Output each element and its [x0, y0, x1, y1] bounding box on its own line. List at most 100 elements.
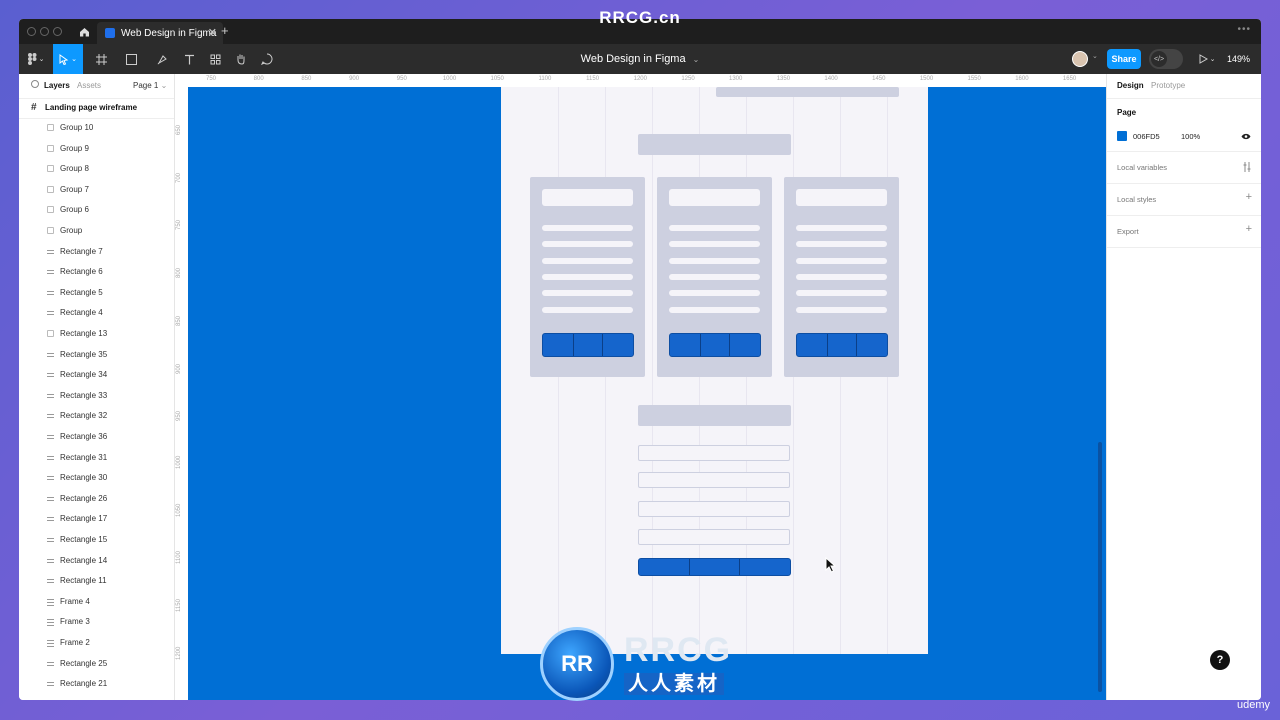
form-field-placeholder[interactable] [638, 529, 790, 545]
local-variables-section: Local variables [1107, 151, 1261, 184]
form-heading-placeholder[interactable] [638, 405, 791, 426]
frame-hash-icon: # [31, 102, 37, 113]
page-color-swatch[interactable] [1117, 131, 1127, 141]
layer-name: Group 9 [60, 143, 89, 153]
layer-row[interactable]: Frame 2 [19, 633, 174, 653]
ruler-tick-label: 950 [176, 411, 182, 422]
form-field-placeholder[interactable] [638, 501, 790, 517]
form-field-placeholder[interactable] [638, 472, 790, 488]
layer-row[interactable]: Group [19, 221, 174, 241]
layer-row[interactable]: Rectangle 15 [19, 530, 174, 550]
local-styles-section: Local styles + [1107, 183, 1261, 216]
pricing-card[interactable] [530, 177, 645, 377]
layer-row[interactable]: Rectangle 33 [19, 386, 174, 406]
form-field-placeholder[interactable] [638, 445, 790, 461]
watermark-text: RRCG.cn [599, 8, 681, 27]
layer-name: Rectangle 33 [60, 390, 108, 400]
add-export-icon[interactable]: + [1246, 223, 1252, 235]
layer-row[interactable]: Group 7 [19, 180, 174, 200]
chevron-down-icon[interactable]: ⌄ [1092, 52, 1098, 60]
card-button-placeholder [669, 333, 761, 357]
tab-design[interactable]: Design [1117, 81, 1144, 90]
figma-window: Web Design in Figma ✕ + ••• ⌄ ⌄ Web Desi… [19, 19, 1261, 700]
help-button[interactable]: ? [1210, 650, 1230, 670]
layer-row[interactable]: Rectangle 35 [19, 345, 174, 365]
layer-row[interactable]: Rectangle 26 [19, 489, 174, 509]
variables-adjust-icon[interactable] [1242, 162, 1252, 172]
canvas-scrollbar[interactable] [1098, 442, 1102, 692]
local-variables-label[interactable]: Local variables [1117, 163, 1167, 172]
layer-row[interactable]: Rectangle 31 [19, 448, 174, 468]
mouse-cursor-icon [825, 557, 837, 573]
ruler-tick-label: 1550 [967, 76, 981, 82]
layer-row[interactable]: Group 10 [19, 118, 174, 138]
wireframe-top-block[interactable] [716, 87, 899, 97]
layer-row[interactable]: Group 6 [19, 200, 174, 220]
layer-row[interactable]: Rectangle 30 [19, 468, 174, 488]
canvas[interactable] [188, 87, 1106, 700]
layer-row[interactable]: Group 9 [19, 139, 174, 159]
group-layer-icon [47, 227, 54, 234]
layer-name: Rectangle 25 [60, 658, 108, 668]
group-layer-icon [47, 124, 54, 131]
group-layer-icon [47, 144, 54, 152]
close-window-button[interactable] [27, 27, 36, 36]
layer-row[interactable]: Rectangle 13 [19, 324, 174, 344]
rectangle-layer-icon [47, 579, 54, 584]
page-selector[interactable]: Page 1 ⌄ [133, 81, 167, 90]
rectangle-layer-icon [47, 455, 54, 460]
layer-row[interactable]: Rectangle 7 [19, 242, 174, 262]
layer-row[interactable]: Rectangle 21 [19, 674, 174, 694]
tab-layers[interactable]: Layers [44, 81, 70, 90]
avatar[interactable] [1072, 51, 1088, 67]
layer-frame-landing-page[interactable]: # Landing page wireframe [19, 98, 174, 119]
layer-row[interactable]: Rectangle 14 [19, 551, 174, 571]
dev-mode-toggle[interactable]: </> [1149, 49, 1183, 69]
wireframe-section-heading[interactable] [638, 134, 791, 155]
layer-name: Rectangle 32 [60, 411, 108, 421]
landing-page-wireframe-frame[interactable] [501, 87, 928, 654]
chevron-down-icon: ⌄ [692, 55, 700, 64]
maximize-window-button[interactable] [53, 27, 62, 36]
layer-row[interactable]: Rectangle 36 [19, 427, 174, 447]
layer-row[interactable]: Rectangle 25 [19, 654, 174, 674]
pricing-card[interactable] [657, 177, 772, 377]
ruler-tick-label: 1050 [490, 76, 504, 82]
layer-row[interactable]: Rectangle 4 [19, 303, 174, 323]
local-styles-label: Local styles [1117, 195, 1157, 204]
layer-row[interactable]: Rectangle 32 [19, 406, 174, 426]
tab-title: Web Design in Figma [121, 27, 217, 39]
card-text-line [796, 241, 887, 247]
ruler-tick-label: 1400 [824, 76, 838, 82]
minimize-window-button[interactable] [40, 27, 49, 36]
tab-assets[interactable]: Assets [77, 81, 101, 90]
layer-row[interactable]: Rectangle 5 [19, 283, 174, 303]
eye-icon[interactable] [1241, 133, 1251, 140]
page-opacity[interactable]: 100% [1181, 132, 1200, 141]
layer-row[interactable]: Rectangle 6 [19, 262, 174, 282]
layer-row[interactable]: Rectangle 11 [19, 571, 174, 591]
zoom-level[interactable]: 149% [1227, 44, 1250, 74]
tab-prototype[interactable]: Prototype [1151, 81, 1185, 90]
layer-name: Rectangle 21 [60, 679, 108, 689]
card-text-line [669, 225, 760, 231]
layer-row[interactable]: Frame 4 [19, 592, 174, 612]
card-text-line [669, 258, 760, 264]
ruler-tick-label: 800 [176, 268, 182, 279]
present-button[interactable]: ⌄ [1195, 44, 1219, 74]
layer-row[interactable]: Group 8 [19, 159, 174, 179]
share-button[interactable]: Share [1107, 49, 1141, 69]
layer-row[interactable]: Rectangle 34 [19, 365, 174, 385]
card-text-line [542, 274, 633, 280]
ruler-tick-label: 650 [176, 124, 182, 135]
add-style-icon[interactable]: + [1246, 191, 1252, 203]
card-text-line [669, 290, 760, 296]
pricing-card[interactable] [784, 177, 899, 377]
card-button-placeholder [796, 333, 888, 357]
form-submit-placeholder[interactable] [638, 558, 791, 576]
layer-row[interactable]: Rectangle 17 [19, 509, 174, 529]
page-color-hex[interactable]: 006FD5 [1133, 132, 1160, 141]
layer-row[interactable]: Frame 3 [19, 612, 174, 632]
search-icon[interactable] [31, 80, 39, 88]
ruler-tick-label: 850 [301, 76, 312, 82]
